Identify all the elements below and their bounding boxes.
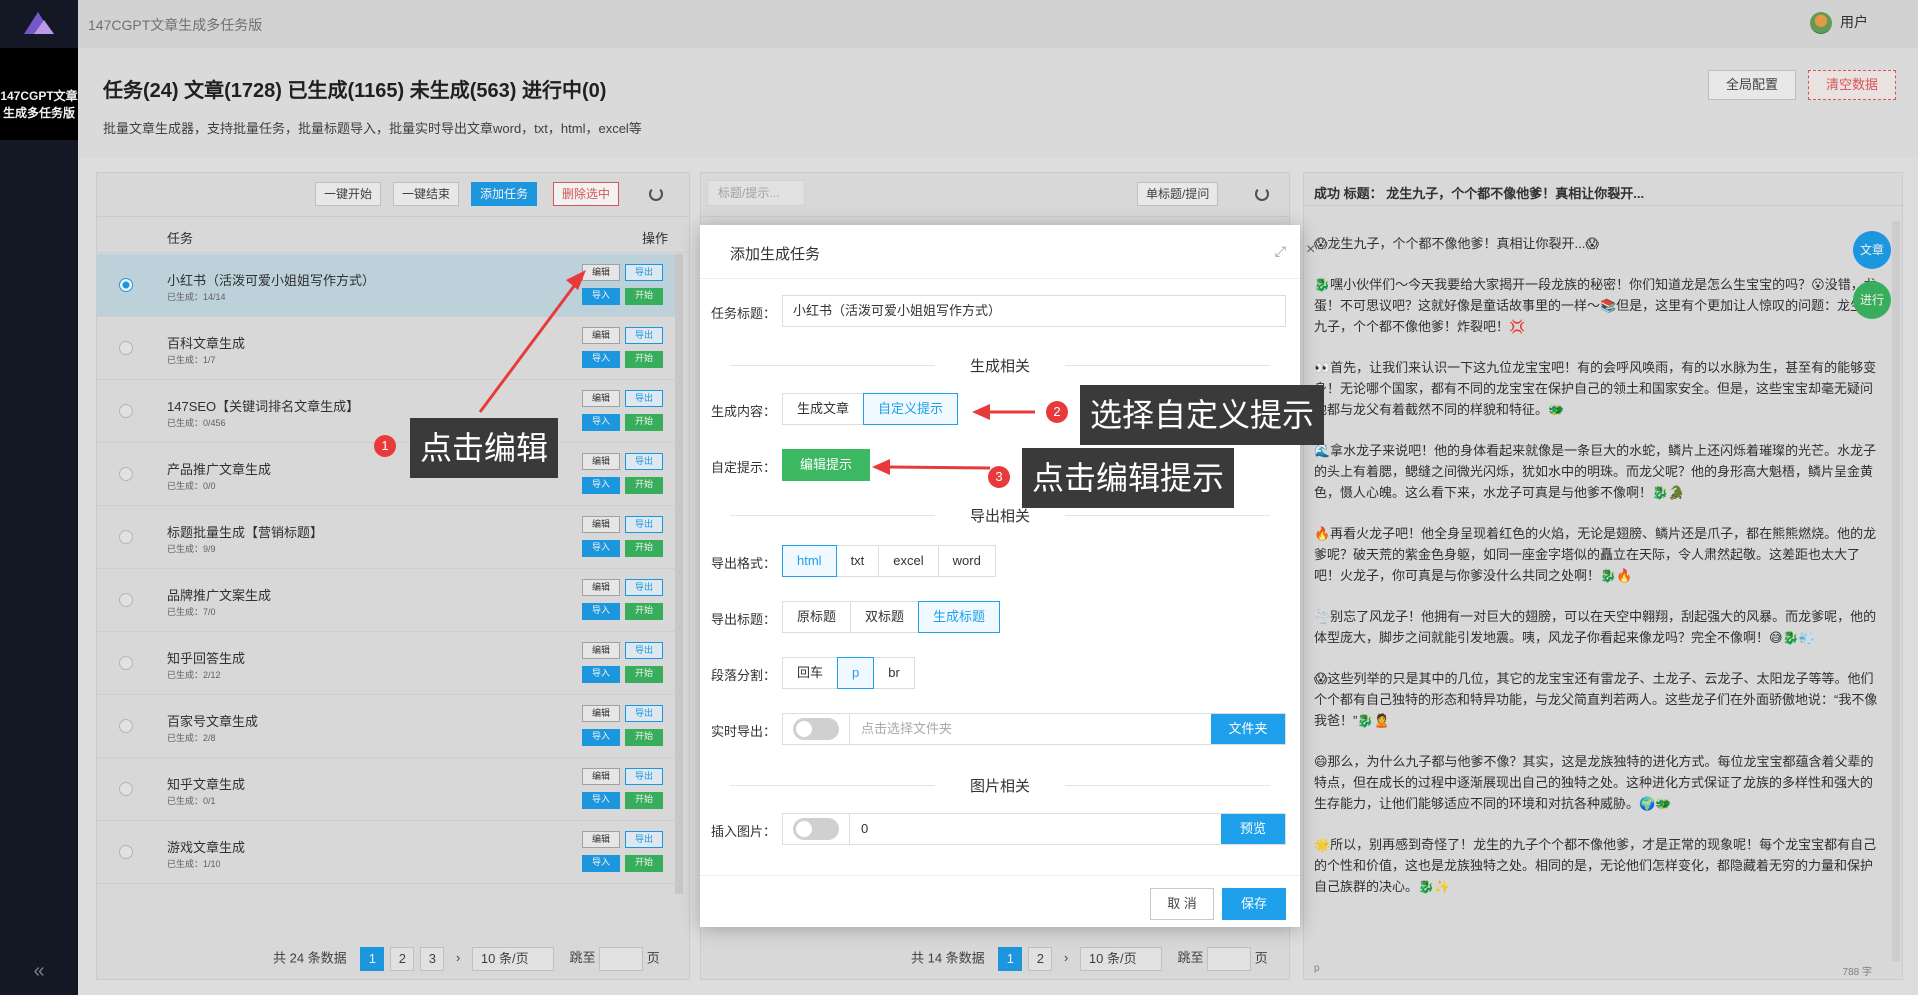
arrow-edit: [478, 277, 582, 413]
arrow-edit-prompt-head: [872, 459, 890, 475]
title-generated[interactable]: 生成标题: [918, 601, 1001, 633]
step3-callout: 点击编辑提示: [1022, 448, 1235, 508]
arrow-edit-prompt: [884, 465, 991, 470]
split-p[interactable]: p: [837, 657, 875, 689]
step1-callout: 点击编辑: [410, 418, 559, 478]
annotation-arrows: [478, 270, 1035, 475]
arrow-edit-head: [566, 270, 586, 290]
step2-callout: 选择自定义提示: [1080, 385, 1325, 445]
gen-option-custom-prompt[interactable]: 自定义提示: [863, 393, 959, 425]
arrow-custom-prompt-head: [972, 404, 990, 420]
step3-badge: 3: [988, 466, 1010, 488]
step1-badge: 1: [374, 435, 396, 457]
step2-badge: 2: [1046, 401, 1068, 423]
format-html[interactable]: html: [782, 545, 837, 577]
